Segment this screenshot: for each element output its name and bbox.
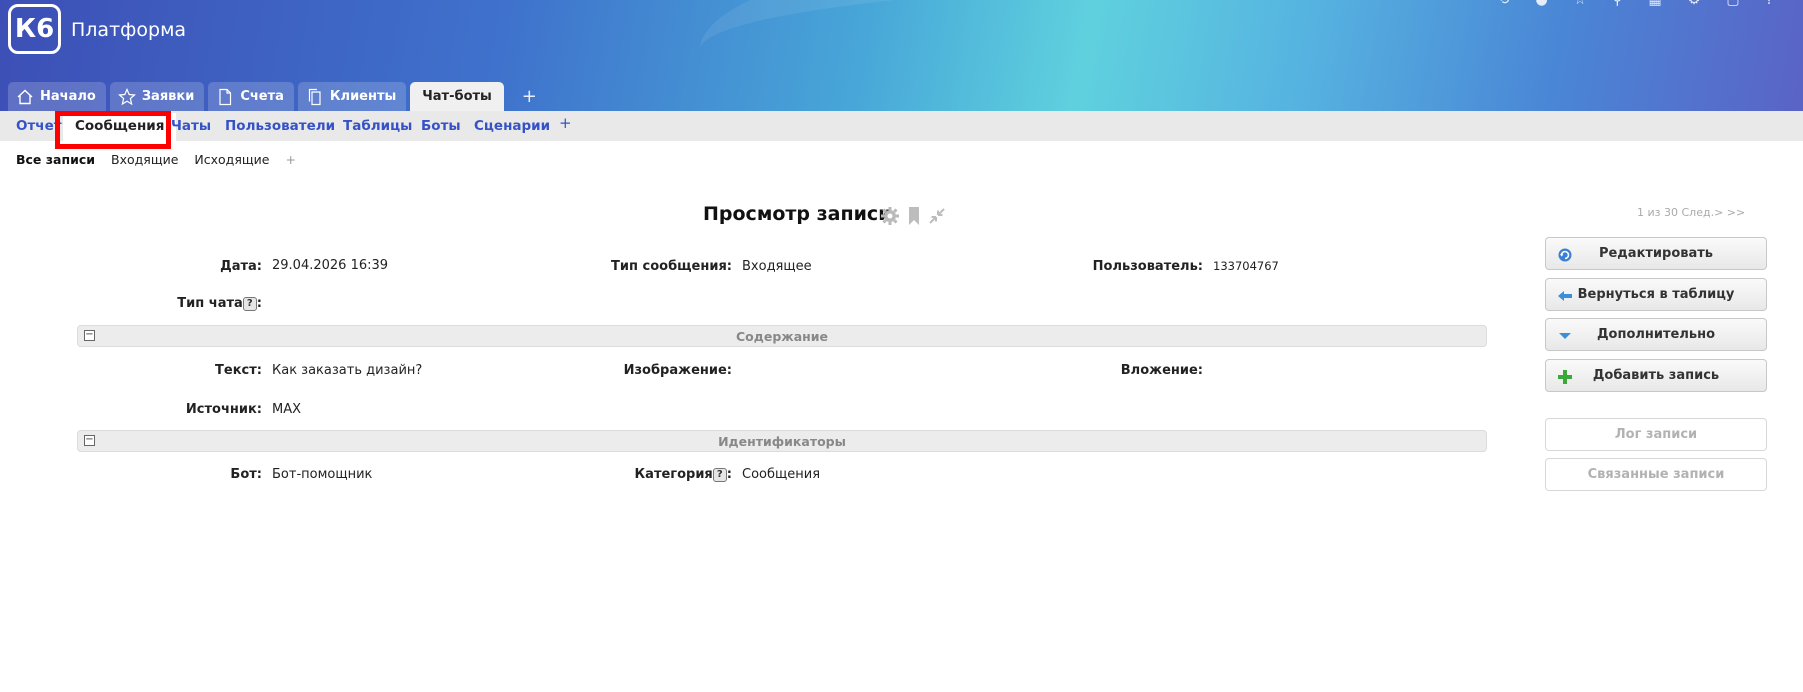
star-icon[interactable]: ☆ [1574, 0, 1587, 8]
back-to-table-button[interactable]: Вернуться в таблицу [1545, 278, 1767, 311]
help-icon[interactable]: ? [712, 467, 727, 482]
sync-icon[interactable]: ⟲ [1498, 0, 1510, 8]
user-label: Пользователь: [1092, 259, 1203, 274]
tab-home[interactable]: Начало [8, 82, 106, 111]
source-value: MAX [272, 402, 302, 417]
label-colon: : [726, 467, 732, 482]
tab-label: Заявки [141, 89, 195, 104]
filter-outgoing[interactable]: Исходящие [194, 152, 269, 167]
add-tab-button[interactable]: + [522, 82, 537, 111]
document-icon [219, 88, 232, 105]
tab-label: Чат-боты [422, 89, 492, 104]
subtab-bots[interactable]: Боты [421, 118, 461, 134]
top-toolbar: ⟲ ● ☆ ⚲ ▦ ⚙ ▢ ? [1498, 0, 1773, 8]
record-log-button[interactable]: Лог записи [1545, 418, 1767, 451]
button-label: Лог записи [1614, 427, 1698, 442]
tab-clients[interactable]: Клиенты [297, 82, 407, 111]
copy-icon [308, 88, 321, 105]
attachment-label: Вложение: [1120, 363, 1203, 378]
date-value: 29.04.2026 16:39 [272, 258, 389, 273]
arrow-left-icon [1558, 291, 1572, 301]
tab-label: Начало [40, 89, 96, 104]
filter-incoming[interactable]: Входящие [111, 152, 178, 167]
chat-type-label: Тип чата?: [150, 296, 262, 311]
help-icon[interactable]: ? [1766, 0, 1773, 8]
category-value: Сообщения [742, 467, 821, 482]
settings-icon[interactable]: ⚙ [1688, 0, 1701, 8]
image-label: Изображение: [623, 363, 732, 378]
bot-value: Бот-помощник [272, 467, 373, 482]
date-label: Дата: [220, 259, 262, 274]
section-identifiers[interactable]: − Идентификаторы [77, 430, 1487, 452]
window-icon[interactable]: ▢ [1726, 0, 1739, 8]
app-logo[interactable]: К6 [8, 4, 61, 54]
chat-type-label-text: Тип чата [177, 296, 243, 311]
bot-label: Бот: [230, 467, 262, 482]
subtab-tables[interactable]: Таблицы [343, 118, 412, 134]
tab-chatbots[interactable]: Чат-боты [410, 82, 504, 111]
chevron-down-icon [1559, 333, 1571, 339]
add-filter-button[interactable]: + [285, 152, 295, 167]
message-type-value: Входящее [742, 259, 812, 274]
subtab-scenarios[interactable]: Сценарии [474, 118, 550, 134]
sub-tabs: Отчет Сообщения Чаты Пользователи Таблиц… [0, 111, 1803, 141]
search-icon[interactable]: ⚲ [1612, 0, 1622, 8]
star-icon [117, 87, 136, 105]
plus-icon [1558, 370, 1572, 384]
category-label-text: Категория [634, 467, 713, 482]
button-label: Вернуться в таблицу [1577, 287, 1735, 302]
title-actions [880, 206, 946, 226]
help-icon[interactable]: ? [242, 296, 257, 311]
section-content[interactable]: − Содержание [77, 325, 1487, 347]
add-subtab-button[interactable]: + [559, 114, 572, 132]
filter-all[interactable]: Все записи [16, 152, 95, 167]
subtab-users[interactable]: Пользователи [225, 118, 335, 134]
gear-icon[interactable] [880, 206, 900, 226]
tab-label: Счета [240, 89, 284, 104]
highlight-box [55, 111, 171, 149]
tab-requests[interactable]: Заявки [109, 82, 205, 111]
app-header: К6 Платформа ⟲ ● ☆ ⚲ ▦ ⚙ ▢ ? Начало Заяв… [0, 0, 1803, 111]
filter-row: Все записи Входящие Исходящие + [16, 152, 296, 167]
main-tabs: Начало Заявки Счета Клиенты Чат-боты + [8, 82, 537, 111]
header-decoration [700, 0, 1803, 111]
more-button[interactable]: Дополнительно [1545, 318, 1767, 351]
text-value: Как заказать дизайн? [272, 363, 423, 378]
subtab-chats[interactable]: Чаты [171, 118, 211, 134]
button-label: Редактировать [1598, 246, 1714, 261]
section-title: Содержание [735, 329, 829, 344]
source-label: Источник: [185, 402, 262, 417]
button-label: Дополнительно [1596, 327, 1716, 342]
pagination[interactable]: 1 из 30 След.> >> [1637, 206, 1745, 219]
tab-label: Клиенты [329, 89, 397, 104]
text-label: Текст: [215, 363, 262, 378]
label-colon: : [256, 296, 262, 311]
bookmark-icon[interactable] [906, 206, 922, 226]
section-title: Идентификаторы [718, 434, 846, 449]
button-label: Добавить запись [1592, 368, 1720, 383]
button-label: Связанные записи [1587, 467, 1725, 482]
user-value: 133704767 [1213, 259, 1279, 273]
page-title: Просмотр записи [703, 203, 892, 225]
add-record-button[interactable]: Добавить запись [1545, 359, 1767, 392]
edit-refresh-icon [1558, 248, 1572, 262]
grid-icon[interactable]: ▦ [1649, 0, 1662, 8]
message-type-label: Тип сообщения: [611, 259, 732, 274]
collapse-icon[interactable] [928, 206, 946, 226]
category-label: Категория?: [600, 467, 732, 482]
related-records-button[interactable]: Связанные записи [1545, 458, 1767, 491]
tab-invoices[interactable]: Счета [208, 82, 294, 111]
edit-button[interactable]: Редактировать [1545, 237, 1767, 270]
person-icon[interactable]: ● [1535, 0, 1547, 8]
home-icon [17, 89, 33, 104]
app-title[interactable]: Платформа [71, 19, 186, 41]
